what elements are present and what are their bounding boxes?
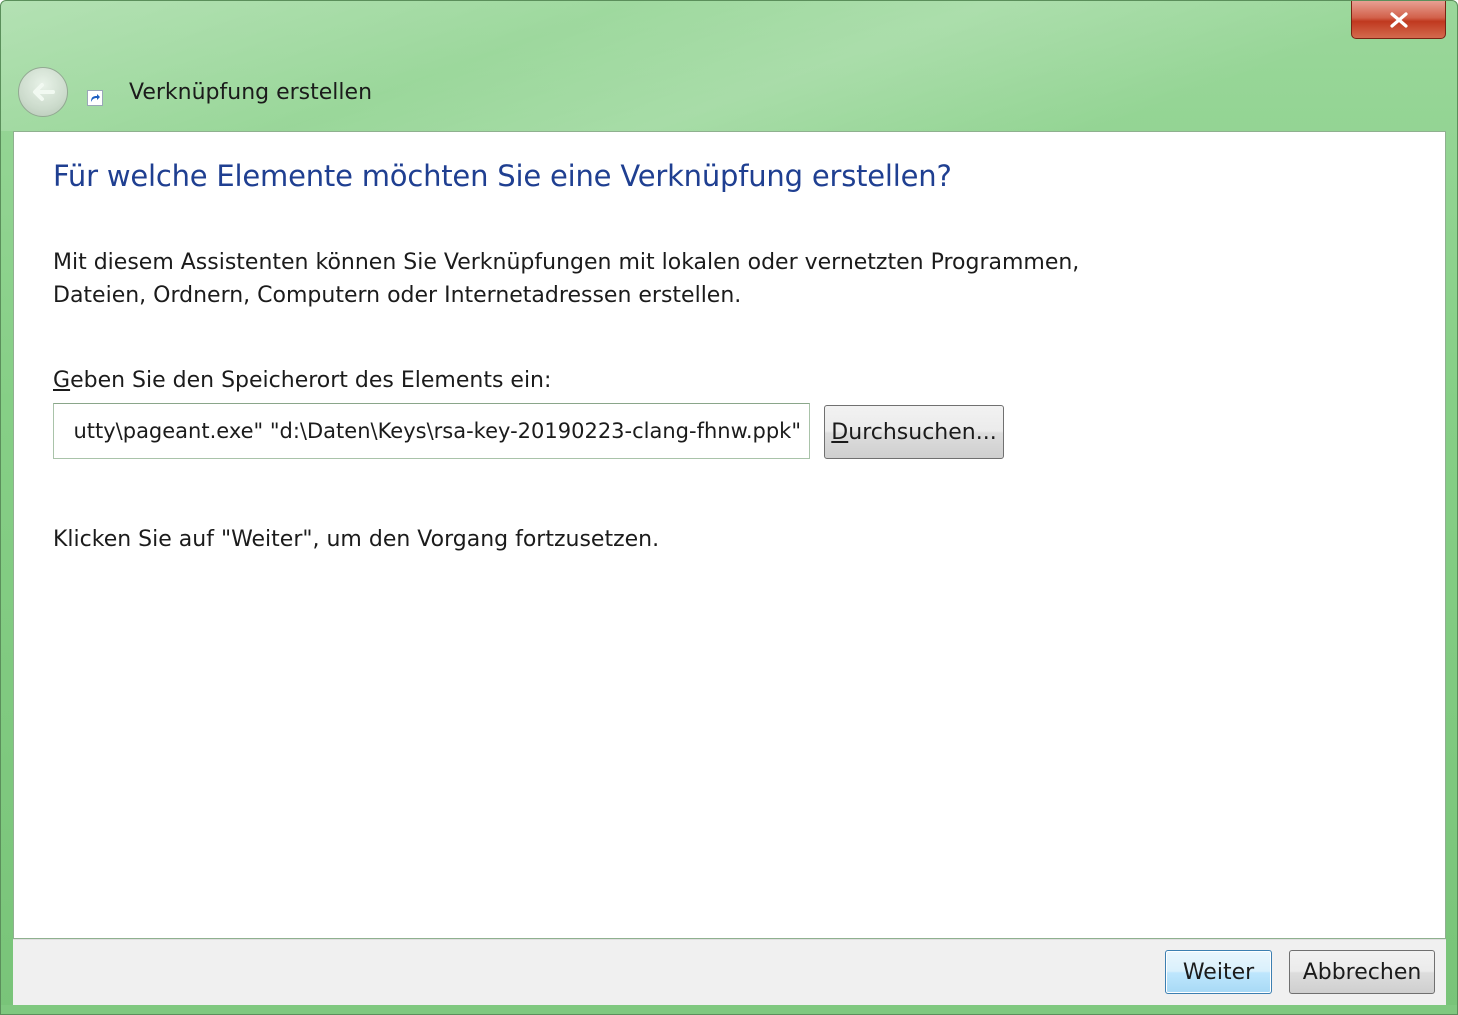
shortcut-icon <box>87 90 103 106</box>
content-panel: Für welche Elemente möchten Sie eine Ver… <box>13 131 1446 939</box>
back-arrow-icon <box>33 83 55 101</box>
browse-label: urchsuchen... <box>848 419 997 445</box>
wizard-description: Mit diesem Assistenten können Sie Verknü… <box>53 250 1080 308</box>
location-input[interactable]: utty\pageant.exe" "d:\Daten\Keys\rsa-key… <box>53 403 810 459</box>
browse-button[interactable]: Durchsuchen... <box>824 405 1004 459</box>
page-heading: Für welche Elemente möchten Sie eine Ver… <box>53 159 952 193</box>
window-title: Verknüpfung erstellen <box>129 80 373 105</box>
location-label-mnemonic: G <box>53 368 71 393</box>
location-label: Geben Sie den Speicherort des Elements e… <box>53 368 551 393</box>
close-button[interactable] <box>1351 1 1446 39</box>
wizard-window: Verknüpfung erstellen Für welche Element… <box>0 0 1458 1015</box>
next-button[interactable]: Weiter <box>1165 950 1272 994</box>
location-input-value: utty\pageant.exe" "d:\Daten\Keys\rsa-key… <box>73 419 801 443</box>
back-button[interactable] <box>18 67 68 117</box>
browse-mnemonic: D <box>831 419 849 445</box>
cancel-button[interactable]: Abbrechen <box>1289 950 1435 994</box>
window-bottom-border <box>1 1005 1457 1014</box>
location-label-text: eben Sie den Speicherort des Elements ei… <box>70 368 552 393</box>
continue-hint: Klicken Sie auf "Weiter", um den Vorgang… <box>53 527 660 552</box>
button-bar: Weiter Abbrechen <box>13 939 1446 1005</box>
close-icon <box>1389 11 1408 28</box>
